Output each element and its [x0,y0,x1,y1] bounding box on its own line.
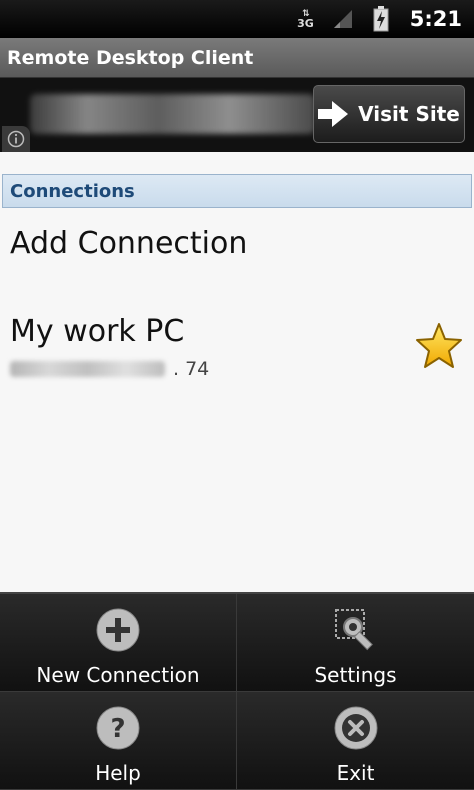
host-suffix: . 74 [173,358,210,380]
menu-label: New Connection [36,663,200,687]
battery-charging-icon [372,6,390,32]
arrow-right-icon [318,101,349,127]
visit-site-button[interactable]: Visit Site [313,85,465,143]
close-icon [334,706,377,750]
connection-name: My work PC [10,314,185,349]
info-icon[interactable] [2,126,30,152]
ad-banner[interactable]: Visit Site [0,78,474,152]
app-title: Remote Desktop Client [7,46,254,69]
connection-host: . 74 [10,358,209,380]
menu-label: Settings [314,663,397,687]
menu-label: Exit [336,761,375,785]
help-icon: ? [96,706,140,750]
connections-section-header: Connections [2,174,472,208]
menu-help[interactable]: ? Help [0,692,237,790]
connection-item[interactable]: My work PC . 74 [0,310,474,390]
add-connection-item[interactable]: Add Connection [10,226,247,261]
section-title: Connections [10,180,135,202]
settings-icon [334,609,373,651]
menu-exit[interactable]: Exit [237,692,474,790]
menu-label: Help [95,761,141,785]
network-3g-icon: ⇅ 3G [297,9,314,30]
redacted-host [10,361,165,377]
ad-image [30,94,315,134]
favorite-star-icon[interactable] [414,322,464,370]
svg-text:?: ? [110,714,125,744]
status-bar: ⇅ 3G 5:21 [0,0,474,38]
options-menu: New Connection Settings ? Help Exit [0,592,474,790]
plus-icon [96,608,140,652]
visit-site-label: Visit Site [358,102,460,126]
signal-icon [332,8,354,30]
clock: 5:21 [409,7,462,31]
app-title-bar: Remote Desktop Client [0,38,474,78]
connections-list: Connections Add Connection My work PC . … [0,152,474,592]
menu-new-connection[interactable]: New Connection [0,594,237,692]
menu-settings[interactable]: Settings [237,594,474,692]
